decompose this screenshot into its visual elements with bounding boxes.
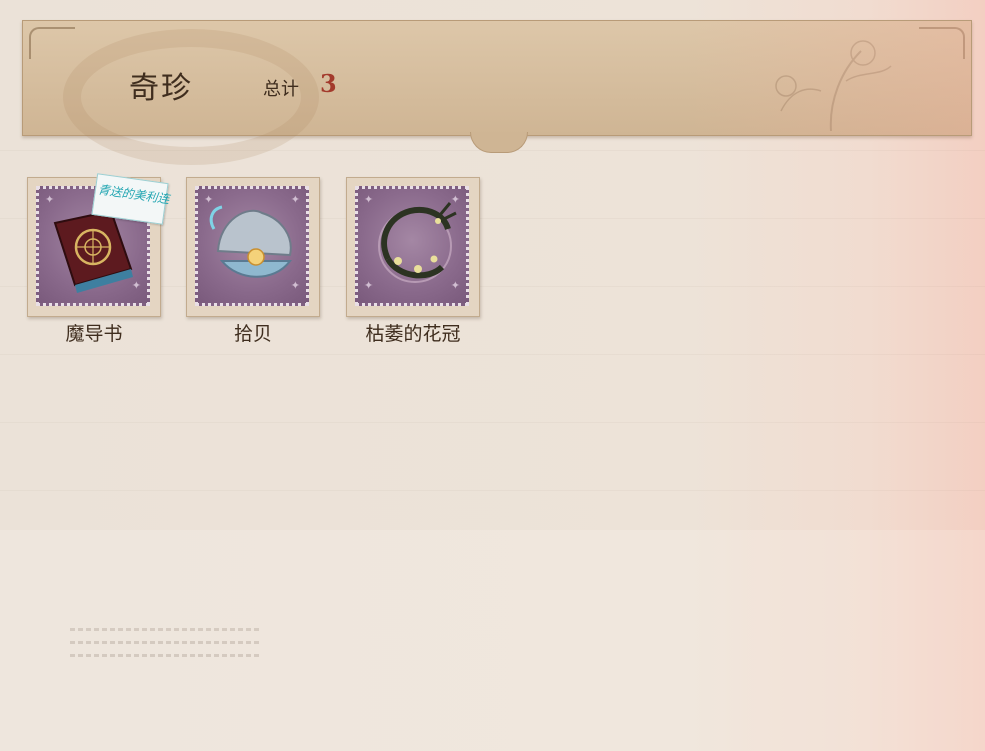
page-title: 奇珍 <box>129 71 193 106</box>
stamp-background: ✦ ✦ ✦ <box>195 186 309 306</box>
flower-sketch-icon <box>775 40 892 131</box>
total-count: 3 <box>320 69 337 98</box>
header-tab-notch <box>470 132 528 153</box>
decorative-swirl-icon <box>63 29 319 165</box>
stamp-frame: ✦ ✦ 青送的美利连 <box>27 173 170 317</box>
collection-header: 奇珍 总计 3 <box>22 20 972 165</box>
book-tag-text: 青送的美利连 <box>97 182 171 207</box>
item-card-pearl-shell[interactable]: ✦ ✦ ✦ 拾贝 <box>186 177 320 349</box>
item-name-label: 枯萎的花冠 <box>365 323 461 345</box>
item-name-label: 拾贝 <box>233 323 272 345</box>
stamp-background: ✦ ✦ ✦ ✦ <box>355 186 469 306</box>
stamp-frame: ✦ ✦ ✦ ✦ <box>346 177 480 317</box>
ornament-corner-right-icon <box>919 27 965 59</box>
item-card-grimoire[interactable]: ✦ ✦ 青送的美利连 魔导书 <box>27 173 170 349</box>
faint-background-marks <box>70 628 260 668</box>
ornament-corner-left-icon <box>29 27 75 59</box>
withered-wreath-icon <box>378 202 457 283</box>
stamp-frame: ✦ ✦ ✦ <box>186 177 320 317</box>
pearl-shell-icon <box>209 205 292 278</box>
item-name-label: 魔导书 <box>65 323 123 345</box>
total-label: 总计 <box>263 79 299 100</box>
item-card-withered-wreath[interactable]: ✦ ✦ ✦ ✦ 枯萎的花冠 <box>346 177 480 349</box>
